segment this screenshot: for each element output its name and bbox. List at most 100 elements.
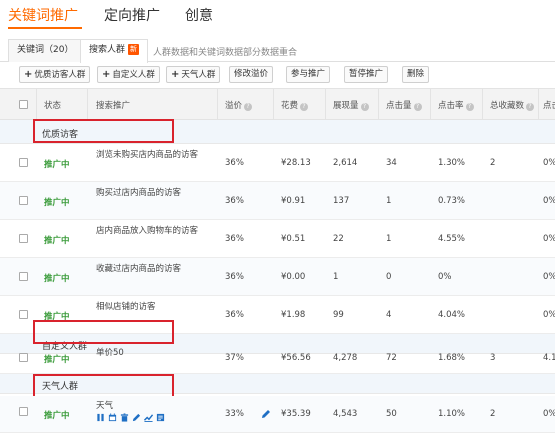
row-checkbox[interactable] — [19, 234, 28, 243]
tab-targeted-promotion[interactable]: 定向推广 — [104, 5, 160, 25]
delete-button[interactable]: 删除 — [402, 66, 430, 83]
row-checkbox[interactable] — [19, 272, 28, 281]
help-icon[interactable]: ? — [300, 103, 309, 111]
row-cost: ¥1.98 — [281, 310, 306, 320]
edit-premium-icon[interactable] — [261, 409, 271, 419]
row-extra: 0% — [543, 310, 555, 320]
header-favorites-label: 总收藏数 — [490, 101, 525, 111]
calendar-icon[interactable] — [108, 413, 117, 422]
row-cost: ¥28.13 — [281, 158, 311, 168]
header-premium-label: 溢价 — [225, 101, 243, 111]
row-checkbox[interactable] — [19, 407, 28, 416]
row-favorites: 2 — [490, 158, 496, 168]
row-status: 推广中 — [44, 198, 70, 208]
tab-creative[interactable]: 创意 — [185, 5, 213, 25]
row-status: 推广中 — [44, 160, 70, 170]
row-impressions: 22 — [333, 234, 344, 244]
row-impressions: 2,614 — [333, 158, 358, 168]
header-name: 搜索推广 — [96, 101, 131, 111]
pause-icon[interactable] — [96, 413, 105, 422]
subtab-search-crowd-label: 搜索人群 — [89, 45, 126, 55]
table-header: 状态 搜索推广 溢价? 花费? 展现量? 点击量? 点击率? 总收藏数? 点击 — [0, 88, 555, 121]
table-row[interactable]: 推广中 浏览未购买店内商品的访客 36% ¥28.13 2,614 34 1.3… — [0, 144, 555, 182]
row-cost: ¥0.00 — [281, 272, 306, 282]
pause-label: 暂停推广 — [349, 69, 384, 79]
table-row[interactable]: 推广中 天气 33% ¥35.39 4,543 50 1.10% 2 0% — [0, 396, 555, 433]
row-checkbox[interactable] — [19, 196, 28, 205]
plus-icon: + — [102, 69, 111, 80]
join-promotion-button[interactable]: 参与推广 — [286, 66, 331, 83]
table-row[interactable]: 推广中 收藏过店内商品的访客 36% ¥0.00 1 0 0% 0% — [0, 258, 555, 296]
row-ctr: 0% — [438, 272, 452, 282]
row-checkbox[interactable] — [19, 353, 28, 362]
row-name: 收藏过店内商品的访客 — [96, 264, 182, 274]
add-weather-label: 天气人群 — [181, 70, 216, 80]
data-overlap-note: 人群数据和关键词数据部分数据重合 — [153, 48, 298, 58]
row-checkbox[interactable] — [19, 310, 28, 319]
row-favorites: 2 — [490, 409, 496, 419]
header-premium[interactable]: 溢价? — [225, 99, 253, 111]
row-premium: 36% — [225, 234, 244, 244]
row-impressions: 4,543 — [333, 409, 358, 419]
table-row[interactable]: 推广中 店内商品放入购物车的访客 36% ¥0.51 22 1 4.55% 0% — [0, 220, 555, 258]
header-ctr-label: 点击率 — [438, 101, 464, 111]
row-action-icons — [96, 413, 165, 422]
tab-keyword-promotion[interactable]: 关键词推广 — [8, 5, 78, 25]
help-icon[interactable]: ? — [413, 103, 422, 111]
pause-promotion-button[interactable]: 暂停推广 — [344, 66, 389, 83]
row-impressions: 137 — [333, 196, 350, 206]
row-extra: 0% — [543, 158, 555, 168]
add-premium-visitor-crowd-button[interactable]: + 优质访客人群 — [19, 66, 91, 83]
header-more: 点击 — [543, 101, 555, 111]
row-name: 相似店铺的访客 — [96, 302, 156, 312]
add-weather-crowd-button[interactable]: + 天气人群 — [166, 66, 221, 83]
subtab-search-crowd[interactable]: 搜索人群新 — [80, 39, 149, 63]
edit-premium-button[interactable]: 修改溢价 — [229, 66, 274, 83]
active-tab-underline — [8, 27, 82, 29]
help-icon[interactable]: ? — [465, 103, 474, 111]
row-extra: 0% — [543, 272, 555, 282]
row-checkbox[interactable] — [19, 158, 28, 167]
row-extra: 0% — [543, 234, 555, 244]
highlight-box — [33, 119, 174, 143]
edit-premium-label: 修改溢价 — [234, 69, 269, 79]
table-row[interactable]: 推广中 购买过店内商品的访客 36% ¥0.91 137 1 0.73% 0% — [0, 182, 555, 220]
help-icon[interactable]: ? — [244, 103, 253, 111]
help-icon[interactable]: ? — [526, 103, 535, 111]
header-clicks[interactable]: 点击量? — [386, 99, 422, 111]
row-clicks: 0 — [386, 272, 392, 282]
select-all-checkbox[interactable] — [19, 100, 28, 109]
edit-icon[interactable] — [132, 413, 141, 422]
header-clicks-label: 点击量 — [386, 101, 412, 111]
row-ctr: 1.10% — [438, 409, 466, 419]
trash-icon[interactable] — [120, 413, 129, 422]
header-impressions[interactable]: 展现量? — [333, 99, 369, 111]
row-premium: 36% — [225, 196, 244, 206]
add-custom-crowd-button[interactable]: + 自定义人群 — [97, 66, 160, 83]
report-icon[interactable] — [156, 413, 165, 422]
header-favorites[interactable]: 总收藏数? — [490, 99, 535, 111]
row-clicks: 34 — [386, 158, 397, 168]
add-premium-label: 优质访客人群 — [34, 70, 86, 80]
row-name: 店内商品放入购物车的访客 — [96, 226, 199, 236]
row-name: 浏览未购买店内商品的访客 — [96, 150, 199, 160]
header-ctr[interactable]: 点击率? — [438, 99, 474, 111]
row-ctr: 0.73% — [438, 196, 466, 206]
table-row[interactable]: 推广中 单价50 37% ¥56.56 4,278 72 1.68% 3 4.1 — [0, 348, 555, 374]
row-clicks: 72 — [386, 353, 397, 363]
trend-chart-icon[interactable] — [144, 413, 153, 422]
row-clicks: 4 — [386, 310, 392, 320]
header-cost[interactable]: 花费? — [281, 99, 309, 111]
help-icon[interactable]: ? — [360, 103, 369, 111]
header-impressions-label: 展现量 — [333, 101, 359, 111]
row-clicks: 1 — [386, 234, 392, 244]
row-favorites: 3 — [490, 353, 496, 363]
subtab-keywords[interactable]: 关键词（20） — [8, 39, 83, 62]
row-impressions: 1 — [333, 272, 339, 282]
row-cost: ¥0.51 — [281, 234, 306, 244]
header-cost-label: 花费 — [281, 101, 299, 111]
sub-tab-bar: 关键词（20） 搜索人群新 人群数据和关键词数据部分数据重合 — [0, 34, 555, 63]
row-cost: ¥35.39 — [281, 409, 311, 419]
plus-icon: + — [24, 69, 33, 80]
header-status: 状态 — [44, 101, 62, 111]
